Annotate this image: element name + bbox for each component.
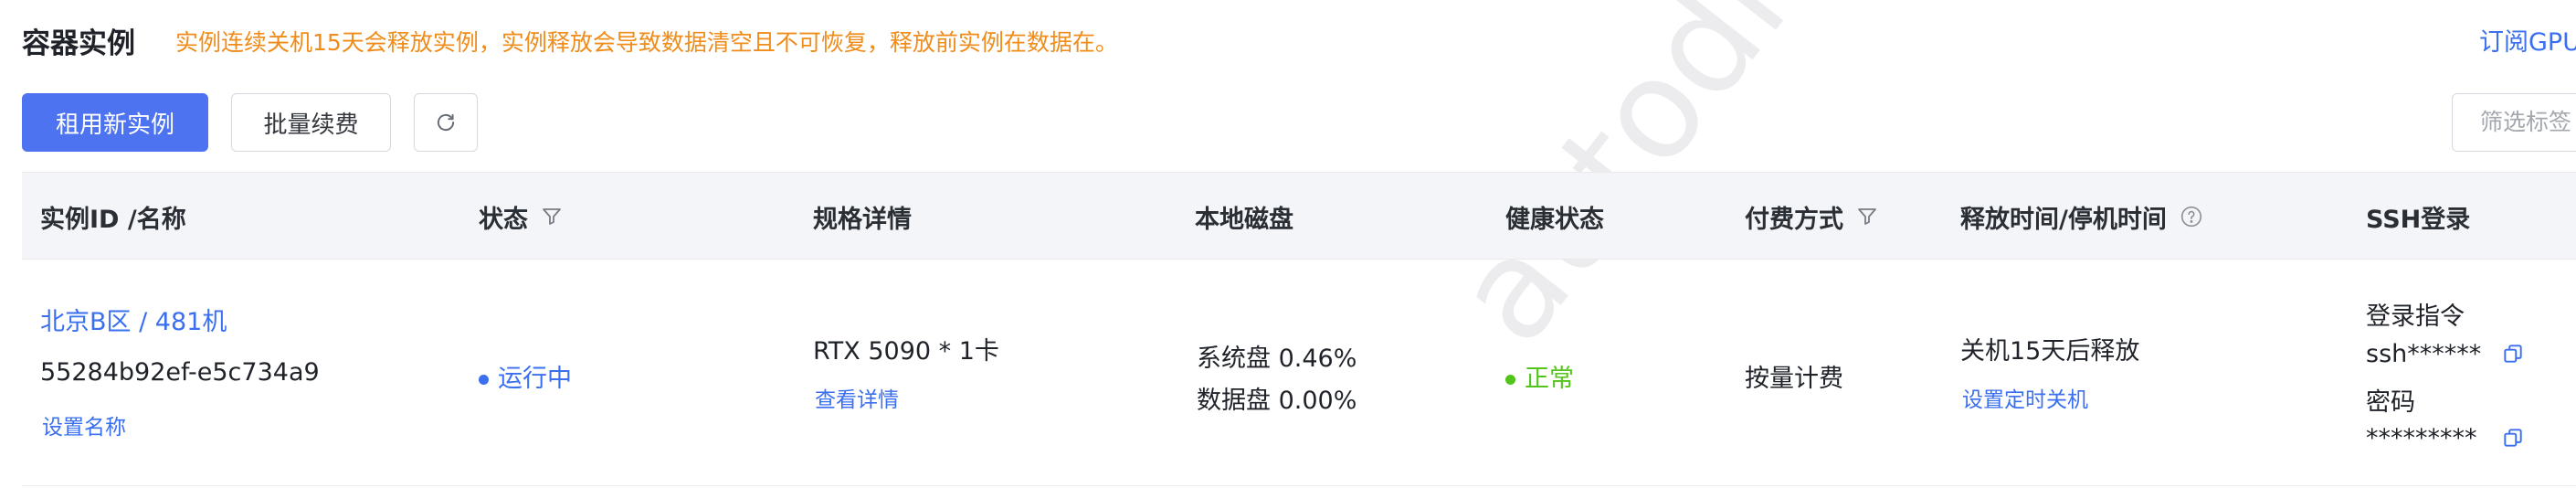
copy-password-icon[interactable]: [2501, 426, 2525, 450]
column-health-label: 健康状态: [1505, 205, 1604, 234]
subscribe-gpu-link[interactable]: 订阅GPU: [2479, 22, 2576, 58]
health-badge: 正常: [1505, 358, 1574, 394]
column-disk-label: 本地磁盘: [1195, 205, 1293, 234]
release-notice: 实例连续关机15天会释放实例，实例释放会导致数据清空且不可恢复，释放前实例在数据…: [175, 29, 1118, 56]
column-billing: 付费方式: [1745, 173, 1878, 260]
refresh-button[interactable]: [414, 93, 478, 152]
column-health: 健康状态: [1505, 173, 1604, 260]
password-label: 密码: [2366, 388, 2415, 417]
column-instance: 实例ID /名称: [40, 173, 186, 260]
column-disk: 本地磁盘: [1195, 173, 1293, 260]
refresh-icon: [437, 113, 455, 132]
batch-renew-button[interactable]: 批量续费: [231, 93, 391, 152]
instance-id: 55284b92ef-e5c734a9: [40, 358, 320, 387]
column-instance-label: 实例ID /名称: [40, 205, 186, 234]
health-dot: [1505, 375, 1515, 385]
column-ssh: SSH登录: [2366, 173, 2470, 260]
status-filter-icon[interactable]: [541, 206, 563, 228]
ssh-command-label: 登录指令: [2366, 302, 2465, 331]
password-value: *********: [2366, 424, 2477, 452]
status-badge: 运行中: [479, 358, 572, 394]
column-billing-label: 付费方式: [1745, 205, 1843, 234]
row-divider: [22, 485, 2576, 486]
spec-text: RTX 5090 * 1卡: [813, 337, 999, 366]
instance-name-link[interactable]: 北京B区 / 481机: [40, 302, 227, 337]
help-icon[interactable]: [2180, 205, 2203, 228]
health-text: 正常: [1525, 365, 1574, 393]
view-details-link[interactable]: 查看详情: [815, 382, 899, 413]
billing-filter-icon[interactable]: [1856, 206, 1878, 228]
column-status-label: 状态: [479, 205, 528, 234]
column-spec-label: 规格详情: [813, 205, 912, 234]
status-text: 运行中: [498, 365, 572, 393]
column-release-label: 释放时间/停机时间: [1960, 205, 2167, 234]
ssh-command-value: ssh******: [2366, 340, 2482, 368]
set-timed-shutdown-link[interactable]: 设置定时关机: [1962, 382, 2088, 413]
table-header: 实例ID /名称 状态 规格详情 本地磁盘 健康状态 付费方式 释放时间/停机时…: [22, 172, 2576, 260]
app-root: autodl.com 容器实例 实例连续关机15天会释放实例，实例释放会导致数据…: [0, 0, 2576, 488]
status-dot: [479, 375, 489, 385]
billing-method: 按量计费: [1745, 365, 1843, 393]
release-time: 关机15天后释放: [1960, 337, 2140, 366]
rent-new-instance-button[interactable]: 租用新实例: [22, 93, 208, 152]
column-spec: 规格详情: [813, 173, 912, 260]
set-name-link[interactable]: 设置名称: [42, 409, 126, 440]
column-status: 状态: [479, 173, 563, 260]
copy-ssh-command-icon[interactable]: [2501, 342, 2525, 366]
data-disk-usage: 数据盘 0.00%: [1197, 387, 1357, 415]
tag-filter-input[interactable]: 筛选标签: [2452, 93, 2576, 152]
page-title: 容器实例: [22, 27, 135, 60]
column-ssh-label: SSH登录: [2366, 205, 2471, 234]
system-disk-usage: 系统盘 0.46%: [1197, 345, 1357, 373]
column-release: 释放时间/停机时间: [1960, 173, 2203, 260]
